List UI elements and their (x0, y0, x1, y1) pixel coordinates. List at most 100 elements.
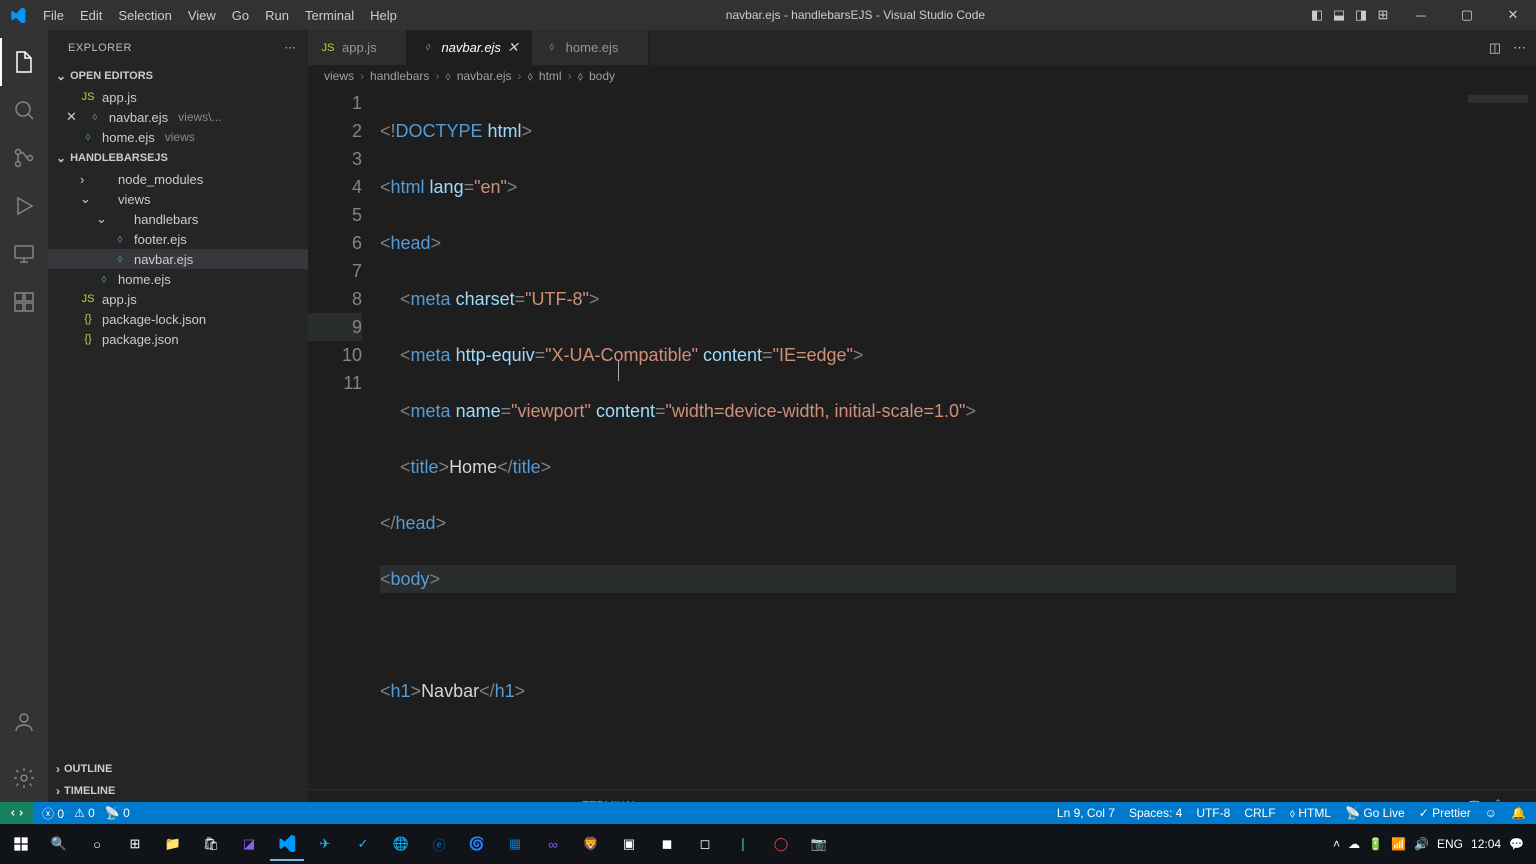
editor-tab[interactable]: ⬨home.ejs✕ (532, 30, 649, 65)
layout-left-icon[interactable]: ◧ (1306, 7, 1328, 23)
taskbar-cortana-icon[interactable]: ○ (80, 827, 114, 861)
accounts-icon[interactable] (0, 698, 48, 746)
search-icon[interactable] (0, 86, 48, 134)
file-tree-item[interactable]: {}package-lock.json (48, 309, 308, 329)
menu-go[interactable]: Go (224, 8, 257, 23)
editor-tab[interactable]: ⬨navbar.ejs✕ (407, 30, 531, 65)
file-tree-item[interactable]: {}package.json (48, 329, 308, 349)
code-editor[interactable]: 1234567891011 <!DOCTYPE html> <html lang… (308, 87, 1536, 789)
taskbar-app5-icon[interactable]: ◻ (688, 827, 722, 861)
status-ln-col[interactable]: Ln 9, Col 7 (1057, 806, 1115, 820)
open-editor-item[interactable]: ⬨home.ejsviews (48, 127, 308, 147)
taskbar-app2-icon[interactable]: 🌀 (460, 827, 494, 861)
extensions-icon[interactable] (0, 278, 48, 326)
taskbar-app1-icon[interactable]: ◪ (232, 827, 266, 861)
taskbar-brave-icon[interactable]: 🦁 (574, 827, 608, 861)
tray-battery-icon[interactable]: 🔋 (1368, 837, 1383, 851)
taskbar-store-icon[interactable]: 🛍 (194, 827, 228, 861)
remote-indicator-icon[interactable] (0, 802, 34, 824)
open-editors-section[interactable]: ⌄OPEN EDITORS (48, 65, 308, 87)
layout-bottom-icon[interactable]: ⬓ (1328, 7, 1350, 23)
layout-custom-icon[interactable]: ⊞ (1372, 7, 1394, 23)
file-tree-item[interactable]: ⌄views (48, 189, 308, 209)
file-tree-item[interactable]: ›node_modules (48, 169, 308, 189)
settings-gear-icon[interactable] (0, 754, 48, 802)
project-section[interactable]: ⌄HANDLEBARSEJS (48, 147, 308, 169)
taskbar-app7-icon[interactable]: ◯ (764, 827, 798, 861)
taskbar-app3-icon[interactable]: ▦ (498, 827, 532, 861)
taskbar-search-icon[interactable]: 🔍 (42, 827, 76, 861)
tray-clock[interactable]: 12:04 (1471, 837, 1501, 851)
menu-terminal[interactable]: Terminal (297, 8, 362, 23)
layout-right-icon[interactable]: ◨ (1350, 7, 1372, 23)
timeline-section[interactable]: ›TIMELINE (48, 780, 308, 802)
status-errors[interactable]: ⓧ 0 (42, 805, 64, 822)
explorer-more-icon[interactable]: ⋯ (285, 41, 297, 54)
tray-notifications-icon[interactable]: 💬 (1509, 837, 1524, 851)
file-tree-item[interactable]: JSapp.js (48, 289, 308, 309)
menu-run[interactable]: Run (257, 8, 297, 23)
windows-taskbar: 🔍 ○ ⊞ 📁 🛍 ◪ ✈ ✓ 🌐 ⓔ 🌀 ▦ ∞ 🦁 ▣ ◼ ◻ ❘ ◯ 📷 … (0, 824, 1536, 864)
taskbar-taskview-icon[interactable]: ⊞ (118, 827, 152, 861)
file-tree-item[interactable]: ⬨footer.ejs (48, 229, 308, 249)
taskbar-telegram-icon[interactable]: ✈ (308, 827, 342, 861)
status-eol[interactable]: CRLF (1244, 806, 1275, 820)
more-actions-icon[interactable]: ⋯ (1513, 40, 1526, 56)
menu-bar: File Edit Selection View Go Run Terminal… (35, 8, 405, 23)
status-feedback-icon[interactable]: ☺ (1485, 806, 1497, 820)
taskbar-app4-icon[interactable]: ◼ (650, 827, 684, 861)
menu-help[interactable]: Help (362, 8, 405, 23)
tray-expand-icon[interactable]: ˄ (1333, 837, 1340, 851)
outline-section[interactable]: ›OUTLINE (48, 758, 308, 780)
tray-language[interactable]: ENG (1437, 837, 1463, 851)
tray-wifi-icon[interactable]: 📶 (1391, 837, 1406, 851)
run-debug-icon[interactable] (0, 182, 48, 230)
menu-view[interactable]: View (180, 8, 224, 23)
split-editor-icon[interactable]: ◫ (1489, 40, 1501, 56)
line-gutter: 1234567891011 (308, 89, 380, 789)
text-cursor (618, 361, 619, 381)
panel: PROBLEMS OUTPUT DEBUG CONSOLE TERMINAL ▸… (308, 789, 1536, 802)
tray-onedrive-icon[interactable]: ☁ (1348, 837, 1360, 851)
close-button[interactable]: ✕ (1490, 0, 1536, 30)
editor-tabs: JSapp.js✕⬨navbar.ejs✕⬨home.ejs✕ ◫ ⋯ (308, 30, 1536, 65)
file-tree-item[interactable]: ⌄handlebars (48, 209, 308, 229)
maximize-button[interactable]: ▢ (1444, 0, 1490, 30)
status-warnings[interactable]: ⚠ 0 (74, 806, 95, 820)
explorer-icon[interactable] (0, 38, 48, 86)
taskbar-app8-icon[interactable]: 📷 (802, 827, 836, 861)
status-bell-icon[interactable]: 🔔 (1511, 806, 1526, 820)
taskbar-explorer-icon[interactable]: 📁 (156, 827, 190, 861)
taskbar-chrome-icon[interactable]: 🌐 (384, 827, 418, 861)
code-lines[interactable]: <!DOCTYPE html> <html lang="en"> <head> … (380, 89, 1456, 789)
menu-file[interactable]: File (35, 8, 72, 23)
status-prettier[interactable]: ✓ Prettier (1419, 806, 1471, 820)
status-port[interactable]: 📡 0 (105, 806, 130, 820)
start-button[interactable] (4, 827, 38, 861)
taskbar-check-icon[interactable]: ✓ (346, 827, 380, 861)
status-golive[interactable]: 📡 Go Live (1345, 806, 1405, 820)
status-bar: ⓧ 0 ⚠ 0 📡 0 Ln 9, Col 7 Spaces: 4 UTF-8 … (0, 802, 1536, 824)
status-language[interactable]: ⬨ HTML (1290, 806, 1331, 821)
taskbar-vs-icon[interactable]: ∞ (536, 827, 570, 861)
status-encoding[interactable]: UTF-8 (1196, 806, 1230, 820)
taskbar-app6-icon[interactable]: ❘ (726, 827, 760, 861)
open-editor-item[interactable]: ✕⬨navbar.ejsviews\... (48, 107, 308, 127)
source-control-icon[interactable] (0, 134, 48, 182)
explorer-title: EXPLORER (68, 42, 132, 54)
taskbar-edge-icon[interactable]: ⓔ (422, 827, 456, 861)
breadcrumb[interactable]: views› handlebars› ⬨navbar.ejs› ⬨html› ⬨… (308, 65, 1536, 87)
minimize-button[interactable]: ─ (1398, 0, 1444, 30)
taskbar-vscode-icon[interactable] (270, 827, 304, 861)
minimap[interactable] (1456, 89, 1536, 789)
taskbar-terminal-icon[interactable]: ▣ (612, 827, 646, 861)
editor-tab[interactable]: JSapp.js✕ (308, 30, 407, 65)
file-tree-item[interactable]: ⬨navbar.ejs (48, 249, 308, 269)
tray-volume-icon[interactable]: 🔊 (1414, 837, 1429, 851)
menu-selection[interactable]: Selection (110, 8, 179, 23)
menu-edit[interactable]: Edit (72, 8, 110, 23)
open-editor-item[interactable]: JSapp.js (48, 87, 308, 107)
file-tree-item[interactable]: ⬨home.ejs (48, 269, 308, 289)
status-spaces[interactable]: Spaces: 4 (1129, 806, 1182, 820)
remote-explorer-icon[interactable] (0, 230, 48, 278)
